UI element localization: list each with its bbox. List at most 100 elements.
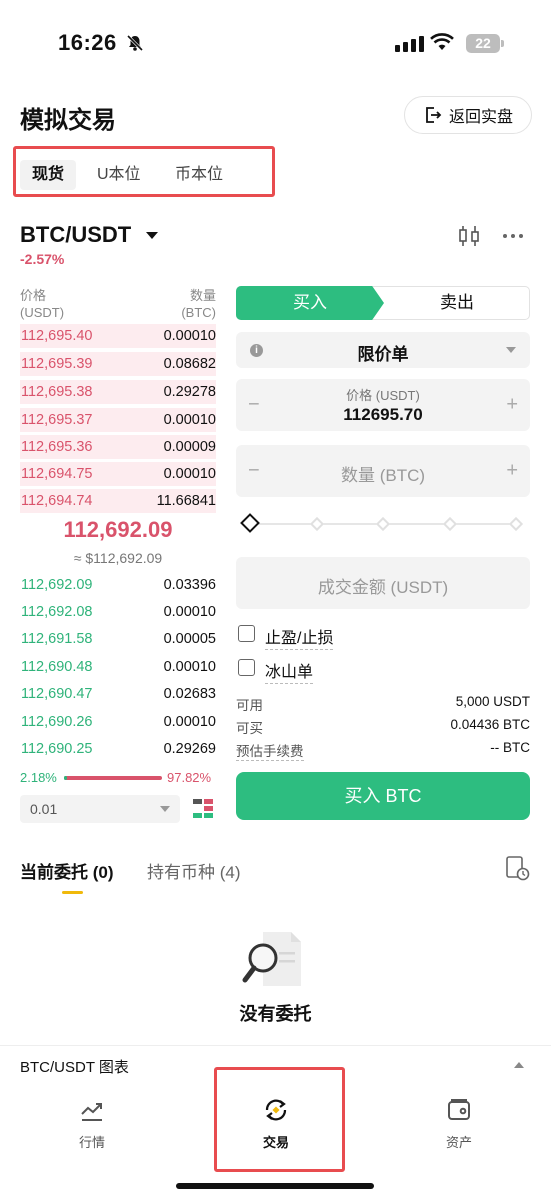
price-value[interactable]: 112695.70 [236,405,530,425]
bid-qty: 0.00010 [163,604,216,620]
pair-selector[interactable]: BTC/USDT [20,222,131,248]
price-increment-button[interactable]: + [506,394,518,417]
nav-markets[interactable]: 行情 [42,1096,142,1151]
status-time: 16:26 [58,30,117,55]
back-to-live-label: 返回实盘 [448,109,513,126]
tp-sl-label[interactable]: 止盈/止损 [265,624,334,650]
exit-icon [426,107,442,123]
buy-tab[interactable]: 买入 [236,286,384,320]
slider-step-25[interactable] [309,516,325,532]
ask-qty: 0.08682 [163,356,216,372]
tab-usdt-margined[interactable]: U本位 [97,160,141,190]
nav-trade-highlight [214,1067,345,1172]
bid-price: 112,690.47 [21,686,93,702]
order-type-select[interactable]: i 限价单 [236,332,530,368]
bid-price: 112,692.08 [21,604,93,620]
tab-open-orders[interactable]: 当前委托 (0) [20,858,114,883]
ask-qty: 0.29278 [163,384,216,400]
battery-cap [501,40,504,47]
nav-assets[interactable]: 资产 [409,1096,509,1151]
bid-row[interactable]: 112,692.08 0.00010 [20,600,216,624]
sell-tab[interactable]: 卖出 [384,286,530,320]
available-label: 可用 [236,698,263,713]
ask-price: 112,695.37 [21,412,93,428]
depth-precision-value: 0.01 [30,801,58,817]
bid-qty: 0.02683 [163,686,216,702]
bid-row[interactable]: 112,690.25 0.29269 [20,737,216,761]
slider-step-100[interactable] [508,516,524,532]
ask-qty: 0.00010 [163,466,216,482]
buy-sell-ratio-bar [64,776,162,780]
can-buy-label: 可买 [236,721,263,736]
bid-price: 112,691.58 [21,631,93,647]
quantity-placeholder: 数量 (BTC) [340,466,426,485]
tab-holdings[interactable]: 持有币种 (4) [147,858,241,883]
ask-row[interactable]: 112,695.40 0.00010 [20,324,216,348]
bid-qty: 0.03396 [163,577,216,593]
ask-qty: 0.00010 [163,328,216,344]
fee-label[interactable]: 预估手续费 [236,740,304,761]
iceberg-checkbox[interactable] [238,659,255,676]
orderbook-layout-icon[interactable] [191,796,215,820]
ask-price: 112,695.36 [21,439,93,455]
candlestick-chart-icon[interactable] [457,225,481,247]
slider-step-50[interactable] [375,516,391,532]
bid-price: 112,690.25 [21,741,93,757]
battery-icon: 22 [466,34,500,53]
ask-row[interactable]: 112,694.74 11.66841 [20,489,216,513]
ask-row[interactable]: 112,695.36 0.00009 [20,435,216,459]
order-type-value: 限价单 [357,345,409,364]
bid-qty: 0.00010 [163,714,216,730]
amount-slider-handle[interactable] [240,513,260,533]
bid-qty: 0.00010 [163,659,216,675]
empty-search-icon [242,932,301,986]
slider-step-75[interactable] [442,516,458,532]
ask-row[interactable]: 112,695.38 0.29278 [20,380,216,404]
qty-column-header: 数量 (BTC) [150,287,216,321]
chevron-up-icon[interactable] [514,1062,524,1068]
wifi-icon [430,33,454,50]
ask-row[interactable]: 112,694.75 0.00010 [20,462,216,486]
price-input[interactable]: − 价格 (USDT) 112695.70 + [236,379,530,431]
fee-row: 预估手续费 -- BTC [236,740,530,761]
bid-row[interactable]: 112,690.47 0.02683 [20,682,216,706]
depth-precision-select[interactable]: 0.01 [20,795,180,823]
ask-qty: 11.66841 [156,493,216,509]
tab-spot[interactable]: 现货 [20,160,77,190]
quantity-input[interactable]: − 数量 (BTC) + [236,445,530,497]
chart-toggle-label[interactable]: BTC/USDT 图表 [20,1056,129,1077]
sell-ratio: 97.82% [167,770,212,785]
bid-row[interactable]: 112,690.48 0.00010 [20,655,216,679]
can-buy-value: 0.04436 BTC [450,717,530,732]
ask-row[interactable]: 112,695.37 0.00010 [20,408,216,432]
more-options-icon[interactable] [503,234,523,238]
bid-row[interactable]: 112,692.09 0.03396 [20,573,216,597]
ask-price: 112,695.40 [21,328,93,344]
order-history-icon[interactable] [505,855,530,882]
bid-row[interactable]: 112,691.58 0.00005 [20,627,216,651]
ask-row[interactable]: 112,695.39 0.08682 [20,352,216,376]
can-buy-row: 可买 0.04436 BTC [236,717,530,737]
ask-price: 112,694.74 [21,493,93,509]
tab-coin-margined[interactable]: 币本位 [175,160,223,190]
bell-off-icon [126,34,144,52]
iceberg-label[interactable]: 冰山单 [265,658,314,684]
wallet-icon [448,1099,470,1120]
back-to-live-button[interactable]: 返回实盘 [404,96,532,134]
active-tab-indicator [62,891,83,894]
pair-dropdown-caret-icon[interactable] [146,232,158,239]
divider [0,1045,551,1046]
price-column-header: 价格 (USDT) [20,287,64,321]
nav-markets-label: 行情 [78,1135,105,1150]
trend-chart-icon [81,1103,102,1121]
ask-qty: 0.00010 [163,412,216,428]
buy-ratio: 2.18% [20,770,57,785]
buy-btc-button[interactable]: 买入 BTC [236,772,530,820]
bid-price: 112,692.09 [21,577,93,593]
tp-sl-checkbox[interactable] [238,625,255,642]
last-price: 112,692.09 [63,517,173,542]
available-value: 5,000 USDT [455,694,530,709]
total-amount-input[interactable]: 成交金额 (USDT) [236,557,530,609]
bid-row[interactable]: 112,690.26 0.00010 [20,710,216,734]
qty-increment-button[interactable]: + [506,460,518,483]
